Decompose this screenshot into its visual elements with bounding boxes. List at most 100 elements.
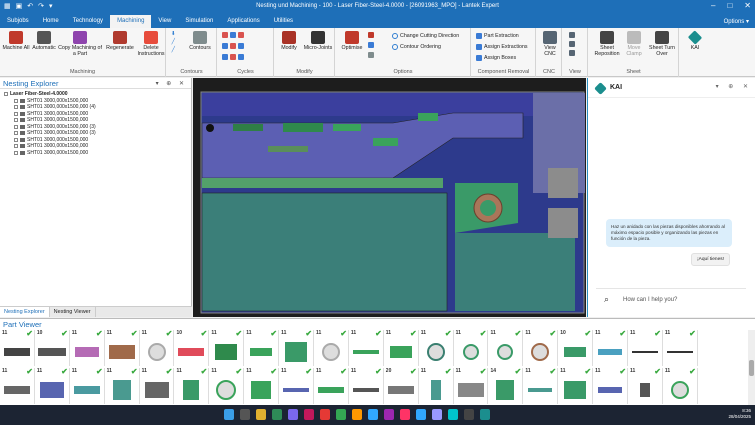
part-cell[interactable]: 11 ✔ <box>628 329 663 366</box>
part-cell[interactable]: 11 ✔ <box>279 329 315 366</box>
part-cell[interactable]: 11 ✔ <box>663 329 698 366</box>
part-cell[interactable]: 11 ✔ <box>558 367 594 404</box>
part-cell[interactable]: 11 ✔ <box>209 367 245 404</box>
panel-controls[interactable]: ▾ ⊕ ✕ <box>156 80 187 87</box>
app-icon[interactable] <box>416 409 426 420</box>
part-cell[interactable]: 11 ✔ <box>523 367 559 404</box>
part-cell[interactable]: 11 ✔ <box>523 329 559 366</box>
part-cell[interactable]: 11 ✔ <box>314 329 349 366</box>
tab-utilities[interactable]: Utilities <box>267 15 300 28</box>
micro-joints-button[interactable]: Micro-Joints <box>301 28 335 51</box>
part-viewer-scrollbar[interactable] <box>748 330 755 405</box>
scroll-thumb[interactable] <box>749 360 754 376</box>
nesting-canvas[interactable] <box>193 78 586 317</box>
change-cutting-direction-button[interactable]: Change Cutting Direction <box>392 33 459 39</box>
part-cell[interactable]: 11 ✔ <box>419 329 454 366</box>
modify-button[interactable]: Modify <box>277 28 301 51</box>
part-cell[interactable]: 11 ✔ <box>140 329 175 366</box>
expand-icon[interactable] <box>14 144 18 149</box>
tab-machining[interactable]: Machining <box>110 15 152 28</box>
contours-button[interactable]: Contours <box>185 28 215 51</box>
part-cell[interactable]: 11 ✔ <box>174 367 210 404</box>
sheet-drawing[interactable] <box>193 78 586 317</box>
search-icon[interactable] <box>240 409 250 420</box>
cycle-tools-row1[interactable] <box>222 32 244 38</box>
tab-view[interactable]: View <box>151 15 178 28</box>
part-cell[interactable]: 11 ✔ <box>209 329 245 366</box>
view-small-icons[interactable] <box>569 32 575 56</box>
system-tray[interactable]: 8:36 28/04/2025 <box>728 408 751 420</box>
part-cell[interactable]: 11 ✔ <box>593 367 629 404</box>
tree-item[interactable]: SHT01 3000,000x1500,000 <box>4 150 187 157</box>
app-icon[interactable] <box>304 409 314 420</box>
close-icon[interactable]: ✕ <box>744 1 751 10</box>
expand-icon[interactable] <box>14 98 18 103</box>
move-clamp-button[interactable]: Move Clamp <box>622 28 646 57</box>
tab-subjobs[interactable]: Subjobs <box>0 15 36 28</box>
maximize-icon[interactable]: □ <box>727 1 732 10</box>
automatic-button[interactable]: Automatic <box>30 28 58 51</box>
part-cell[interactable]: 11 ✔ <box>454 329 489 366</box>
part-cell[interactable]: 20 ✔ <box>384 367 419 404</box>
expand-icon[interactable] <box>14 150 18 155</box>
part-cell[interactable]: 11 ✔ <box>454 367 489 404</box>
sheet-reposition-button[interactable]: Sheet Reposition <box>593 28 621 57</box>
kai-panel-controls[interactable]: ▾ ⊕ ✕ <box>716 83 752 90</box>
delete-instructions-button[interactable]: Delete Instructions <box>136 28 166 57</box>
part-extraction-button[interactable]: Part Extraction <box>476 33 519 39</box>
xd-icon[interactable] <box>400 409 410 420</box>
app-icon[interactable] <box>432 409 442 420</box>
part-cell[interactable]: 11 ✔ <box>663 367 698 404</box>
part-cell[interactable]: 10 ✔ <box>35 329 70 366</box>
part-cell[interactable]: 11 ✔ <box>140 367 175 404</box>
part-cell[interactable]: 11 ✔ <box>244 329 280 366</box>
app-icon[interactable] <box>272 409 282 420</box>
part-cell[interactable]: 11 ✔ <box>0 367 35 404</box>
tab-technology[interactable]: Technology <box>66 15 110 28</box>
contour-tools[interactable]: ⬇ ╱ ╱ <box>171 31 175 53</box>
collapse-icon[interactable] <box>4 92 8 97</box>
part-cell[interactable]: 11 ✔ <box>105 329 140 366</box>
part-cell[interactable]: 11 ✔ <box>244 367 280 404</box>
part-cell[interactable]: 11 ✔ <box>488 329 524 366</box>
expand-icon[interactable] <box>14 131 18 136</box>
copy-machining-button[interactable]: Copy Machining of a Part <box>58 28 102 57</box>
tab-nesting-explorer[interactable]: Nesting Explorer <box>0 307 50 317</box>
part-cell[interactable]: 11 ✔ <box>314 367 349 404</box>
part-cell[interactable]: 11 ✔ <box>105 367 140 404</box>
photoshop-icon[interactable] <box>368 409 378 420</box>
expand-icon[interactable] <box>14 124 18 129</box>
view-cnc-button[interactable]: View CNC <box>539 28 561 57</box>
part-cell[interactable]: 11 ✔ <box>0 329 35 366</box>
part-cell[interactable]: 10 ✔ <box>558 329 594 366</box>
tab-home[interactable]: Home <box>36 15 66 28</box>
app-icon[interactable] <box>384 409 394 420</box>
cycle-tools-row2[interactable] <box>222 43 244 49</box>
part-cell[interactable]: 10 ✔ <box>174 329 210 366</box>
lantek-icon[interactable] <box>480 409 490 420</box>
part-cell[interactable]: 11 ✔ <box>349 367 384 404</box>
cycle-tools-row3[interactable] <box>222 54 244 60</box>
part-cell[interactable]: 11 ✔ <box>349 329 384 366</box>
sheet-turn-over-button[interactable]: Sheet Turn Over <box>647 28 677 57</box>
tab-nesting-viewer[interactable]: Nesting Viewer <box>50 307 96 317</box>
contour-ordering-button[interactable]: Contour Ordering <box>392 44 441 50</box>
regenerate-button[interactable]: Regenerate <box>104 28 136 51</box>
app-icon[interactable] <box>464 409 474 420</box>
expand-icon[interactable] <box>14 118 18 123</box>
part-cell[interactable]: 11 ✔ <box>70 367 105 404</box>
machine-all-button[interactable]: Machine All <box>2 28 30 51</box>
assign-extractions-button[interactable]: Assign Extractions <box>476 44 528 50</box>
kai-input[interactable]: ⌕ How can I help you? <box>596 288 746 308</box>
part-cell[interactable]: 11 ✔ <box>279 367 315 404</box>
part-cell[interactable]: 11 ✔ <box>419 367 454 404</box>
expand-icon[interactable] <box>14 137 18 142</box>
minimize-icon[interactable]: – <box>711 1 715 10</box>
windows-start-icon[interactable] <box>224 409 234 420</box>
optimise-button[interactable]: Optimise <box>338 28 366 51</box>
part-cell[interactable]: 11 ✔ <box>35 367 70 404</box>
kai-button[interactable]: KAI <box>683 28 707 51</box>
part-cell[interactable]: 11 ✔ <box>70 329 105 366</box>
part-cell[interactable]: 11 ✔ <box>384 329 419 366</box>
part-cell[interactable]: 11 ✔ <box>628 367 663 404</box>
